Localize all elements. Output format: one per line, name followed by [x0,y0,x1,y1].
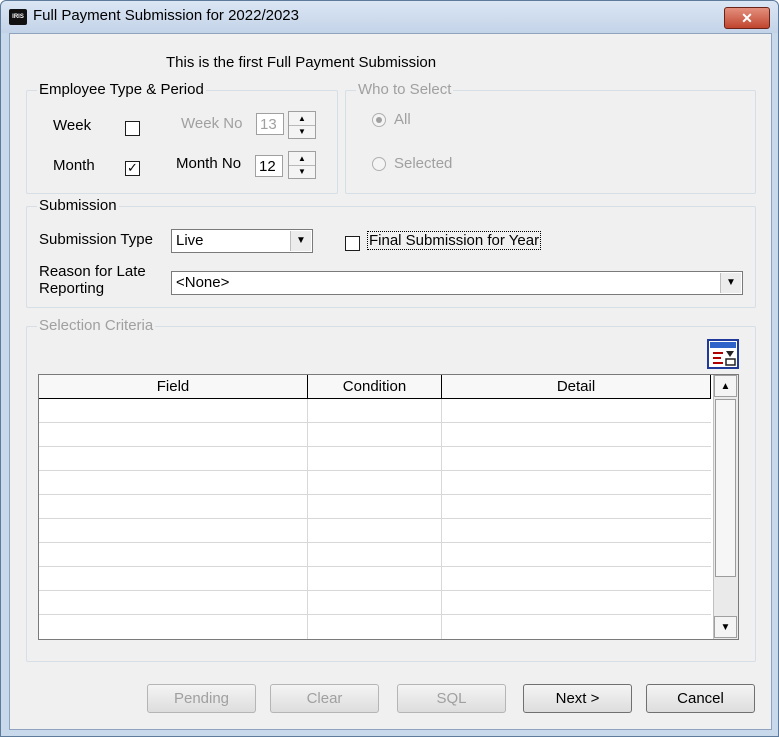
week-no-label: Week No [181,115,243,132]
week-no-spinner[interactable]: ▲ ▼ [288,111,316,139]
reason-label-line1: Reason for Late [39,263,146,280]
sql-button[interactable]: SQL [397,684,506,713]
table-row[interactable] [39,615,711,639]
title-bar[interactable]: IRIS Full Payment Submission for 2022/20… [1,1,778,33]
radio-all[interactable] [372,113,386,127]
dropdown-arrow-icon[interactable]: ▼ [290,231,311,251]
spin-up-icon[interactable]: ▲ [289,152,315,166]
radio-selected-dot [376,117,382,123]
selection-criteria-legend: Selection Criteria [37,317,156,334]
close-button[interactable]: ✕ [724,7,770,29]
spin-up-icon[interactable]: ▲ [289,112,315,126]
dropdown-arrow-icon[interactable]: ▼ [720,273,741,293]
next-button[interactable]: Next > [523,684,632,713]
pending-button[interactable]: Pending [147,684,256,713]
scroll-thumb[interactable] [715,399,736,577]
month-no-label: Month No [176,155,242,172]
table-row[interactable] [39,471,711,495]
who-to-select-legend: Who to Select [356,81,454,98]
radio-all-label: All [394,111,411,128]
month-label: Month [53,157,95,174]
week-checkbox[interactable] [125,121,140,136]
employee-type-legend: Employee Type & Period [37,81,206,98]
submission-type-select[interactable]: Live ▼ [171,229,313,253]
table-row[interactable] [39,591,711,615]
submission-group: Submission Submission Type Live ▼ Final … [26,197,756,308]
table-row[interactable] [39,543,711,567]
month-no-field[interactable]: 12 [255,155,283,177]
info-text: This is the first Full Payment Submissio… [166,54,437,71]
submission-type-value: Live [176,232,204,249]
window-title: Full Payment Submission for 2022/2023 [33,7,299,24]
employee-type-group: Employee Type & Period Week Week No 13 ▲… [26,81,338,194]
column-header-field[interactable]: Field [39,375,308,399]
radio-selected[interactable] [372,157,386,171]
column-header-detail[interactable]: Detail [442,375,711,399]
criteria-grid[interactable]: Field Condition Detail ▲ ▼ [38,374,739,640]
clear-button[interactable]: Clear [270,684,379,713]
week-label: Week [53,117,92,134]
scroll-up-icon[interactable]: ▲ [714,375,737,397]
table-row[interactable] [39,447,711,471]
month-checkbox[interactable]: ✓ [125,161,140,176]
spin-down-icon[interactable]: ▼ [289,125,315,138]
scroll-down-icon[interactable]: ▼ [714,616,737,638]
client-area: This is the first Full Payment Submissio… [9,33,772,730]
reason-select[interactable]: <None> ▼ [171,271,743,295]
week-no-field[interactable]: 13 [256,113,284,135]
reason-label: Reason for Late Reporting [39,263,146,297]
submission-legend: Submission [37,197,119,214]
table-row[interactable] [39,423,711,447]
table-row[interactable] [39,399,711,423]
who-to-select-group: Who to Select All Selected [345,81,756,194]
dialog-window: IRIS Full Payment Submission for 2022/20… [0,0,779,737]
final-submission-checkbox[interactable] [345,236,360,251]
table-row[interactable] [39,567,711,591]
submission-type-label: Submission Type [39,231,153,248]
radio-selected-label: Selected [394,155,453,172]
spin-down-icon[interactable]: ▼ [289,165,315,178]
reason-label-line2: Reporting [39,280,105,297]
final-submission-label[interactable]: Final Submission for Year [367,231,542,250]
reason-value: <None> [176,274,230,291]
vertical-scrollbar[interactable]: ▲ ▼ [713,375,738,639]
column-header-condition[interactable]: Condition [308,375,442,399]
field-picker-icon[interactable] [707,339,739,369]
cancel-button[interactable]: Cancel [646,684,755,713]
table-row[interactable] [39,495,711,519]
table-row[interactable] [39,519,711,543]
app-icon: IRIS [9,9,27,25]
month-no-spinner[interactable]: ▲ ▼ [288,151,316,179]
